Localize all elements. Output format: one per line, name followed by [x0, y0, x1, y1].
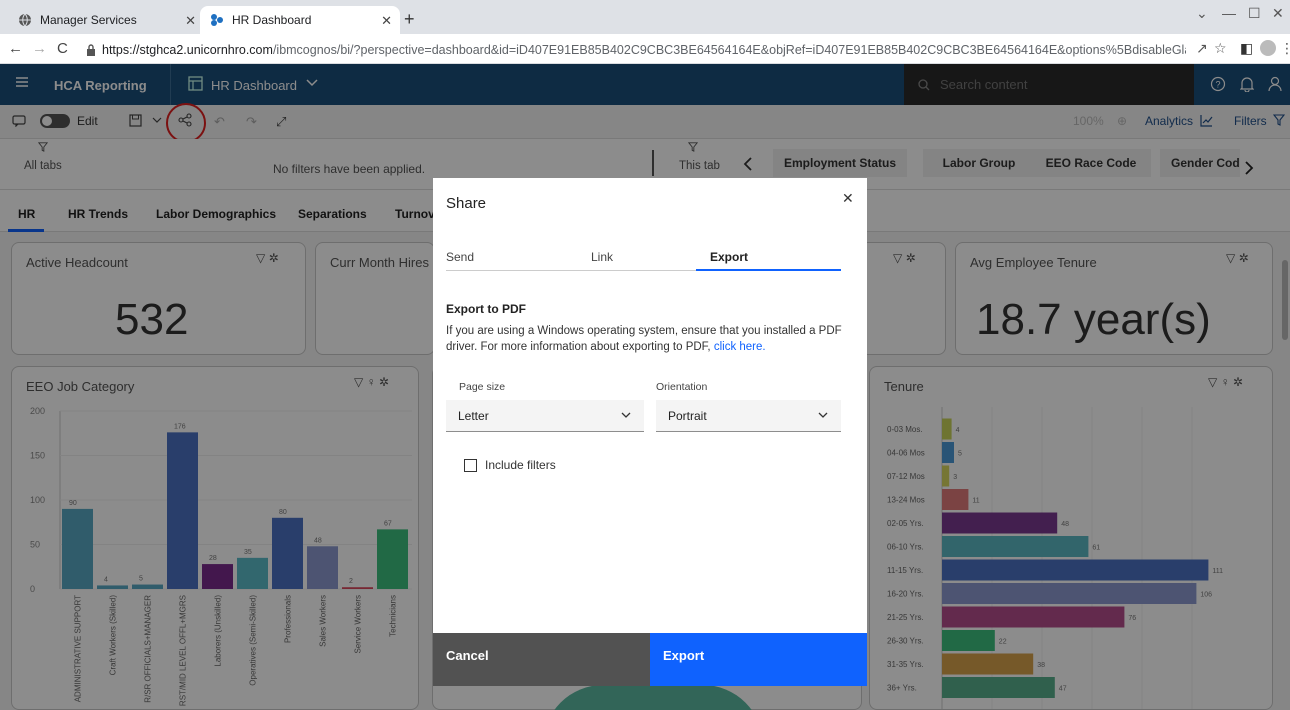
close-tab-icon[interactable]: ✕ [185, 13, 196, 29]
cognos-icon [210, 13, 224, 27]
forward-icon[interactable]: → [32, 40, 47, 57]
close-tab-icon[interactable]: ✕ [381, 13, 392, 29]
export-button[interactable]: Export [650, 633, 867, 686]
tab-send[interactable]: Send [446, 250, 474, 264]
page-size-select[interactable]: Letter [446, 400, 644, 432]
star-icon[interactable]: ☆ [1214, 40, 1227, 57]
dialog-title: Share [446, 195, 487, 212]
maximize-icon[interactable]: ☐ [1248, 5, 1261, 22]
page-size-value: Letter [458, 408, 489, 423]
share-page-icon[interactable]: ↗ [1196, 40, 1208, 57]
reload-icon[interactable]: C [57, 40, 68, 57]
url-path: /ibmcognos/bi/?perspective=dashboard&id=… [272, 43, 1186, 57]
menu-icon[interactable]: ⋮ [1280, 40, 1290, 57]
browser-tab-hr-dashboard[interactable]: HR Dashboard ✕ [200, 6, 400, 34]
address-bar[interactable]: https://stghca2.unicornhro.com/ibmcognos… [86, 39, 1186, 61]
profile-avatar[interactable] [1260, 40, 1276, 56]
section-title: Export to PDF [446, 302, 526, 316]
click-here-link[interactable]: click here. [714, 341, 766, 353]
page-size-label: Page size [459, 381, 506, 393]
tab-label: Manager Services [40, 13, 137, 27]
description-text: If you are using a Windows operating sys… [446, 325, 842, 353]
orientation-label: Orientation [656, 381, 708, 393]
close-window-icon[interactable]: ✕ [1272, 5, 1284, 22]
tab-export[interactable]: Export [710, 250, 748, 264]
chevron-down-icon[interactable]: ⌄ [1196, 5, 1208, 22]
dialog-footer: Cancel Export [433, 633, 867, 686]
url-host: https://stghca2.unicornhro.com [102, 43, 273, 57]
include-filters-label: Include filters [485, 458, 556, 472]
share-dialog: Share ✕ Send Link Export Export to PDF I… [433, 178, 867, 686]
browser-tab-manager-services[interactable]: Manager Services ✕ [8, 6, 204, 34]
lock-icon [86, 44, 96, 56]
close-icon[interactable]: ✕ [842, 190, 854, 207]
tab-label: HR Dashboard [232, 13, 312, 27]
include-filters-checkbox[interactable] [464, 459, 477, 472]
globe-icon [18, 13, 32, 27]
new-tab-button[interactable]: + [404, 9, 415, 30]
minimize-icon[interactable]: — [1222, 5, 1236, 21]
back-icon[interactable]: ← [8, 40, 23, 57]
export-description: If you are using a Windows operating sys… [446, 323, 856, 355]
active-tab-indicator [696, 269, 841, 271]
tab-link[interactable]: Link [591, 250, 613, 264]
chevron-down-icon [818, 412, 828, 418]
cancel-button[interactable]: Cancel [433, 633, 650, 686]
sidepanel-icon[interactable]: ◧ [1240, 40, 1253, 57]
orientation-value: Portrait [668, 408, 707, 423]
chevron-down-icon [621, 412, 631, 418]
orientation-select[interactable]: Portrait [656, 400, 841, 432]
